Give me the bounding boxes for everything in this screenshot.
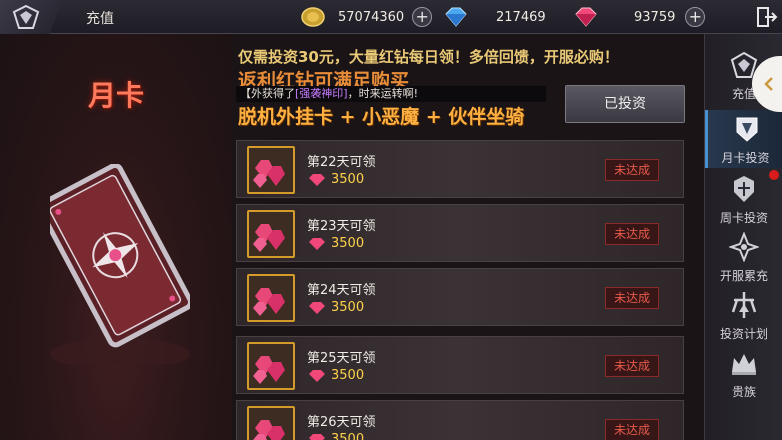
reward-list[interactable]: 第22天可领 3500 未达成 第23天可领 3500 未达成 第24天可领 3 — [236, 140, 684, 440]
add-gold-button[interactable]: + — [412, 7, 433, 27]
reward-item-slot[interactable] — [247, 210, 295, 258]
monthly-card-title: 月卡 — [88, 79, 145, 112]
reward-item-slot[interactable] — [247, 146, 295, 194]
sidebar-item-monthly-card[interactable]: 月卡投资 — [705, 110, 782, 168]
sidebar-label: 贵族 — [731, 385, 756, 399]
gold-coin-icon — [301, 7, 325, 27]
red-diamond-resource: 93759 + — [572, 5, 706, 29]
reward-day-label: 第24天可领 — [307, 283, 376, 298]
reward-day-label: 第25天可领 — [307, 351, 376, 366]
status-not-reached-button[interactable]: 未达成 — [605, 355, 659, 377]
sidebar-label: 月卡投资 — [721, 151, 770, 165]
broadcast-marquee: 【外获得了[强袭神印]，时来运转啊! — [236, 86, 546, 102]
page-title: 充值 — [86, 11, 114, 27]
reward-amount-value: 3500 — [331, 368, 365, 383]
reward-item-slot[interactable] — [247, 274, 295, 322]
top-bar: 充值 57074360 + 217469 93759 + — [0, 0, 782, 34]
red-gem-pile-icon — [253, 224, 285, 252]
reward-item-slot[interactable] — [247, 406, 295, 440]
marquee-prefix: 【外获得了 — [240, 87, 295, 100]
red-gem-pile-icon — [253, 356, 285, 384]
notification-dot — [769, 170, 779, 180]
status-not-reached-button[interactable]: 未达成 — [605, 223, 659, 245]
status-not-reached-button[interactable]: 未达成 — [605, 159, 659, 181]
sidebar-label: 投资计划 — [719, 327, 768, 341]
gold-resource: 57074360 + — [300, 5, 433, 29]
reward-amount: 3500 — [307, 368, 364, 383]
reward-row: 第22天可领 3500 未达成 — [236, 140, 684, 198]
red-diamond-icon — [309, 369, 325, 382]
noble-crown-icon — [732, 354, 756, 375]
reward-amount-value: 3500 — [331, 172, 365, 187]
reward-amount: 3500 — [307, 172, 364, 187]
reward-row: 第23天可领 3500 未达成 — [236, 204, 684, 262]
blue-diamond-icon — [445, 7, 467, 27]
sidebar-label: 开服累充 — [719, 269, 768, 283]
red-diamond-icon — [309, 301, 325, 314]
exit-button[interactable] — [756, 6, 778, 28]
promo-line-3: 脱机外挂卡 + 小恶魔 + 伙伴坐骑 — [238, 106, 525, 128]
red-diamond-icon — [309, 237, 325, 250]
reward-day-label: 第22天可领 — [307, 155, 376, 170]
reward-row: 第25天可领 3500 未达成 — [236, 336, 684, 394]
red-diamond-icon — [309, 173, 325, 186]
investment-plan-icon — [731, 292, 757, 318]
reward-amount: 3500 — [307, 432, 364, 440]
reward-day-label: 第26天可领 — [307, 415, 376, 430]
monthly-card-panel: 月卡 — [0, 34, 232, 440]
invested-button[interactable]: 已投资 — [565, 85, 685, 123]
server-open-icon — [729, 232, 759, 262]
sidebar-item-server-open[interactable]: 开服累充 — [705, 228, 782, 286]
reward-amount: 3500 — [307, 236, 364, 251]
red-diamond-icon — [309, 433, 325, 440]
exit-icon — [757, 7, 778, 27]
chevron-left-icon — [764, 77, 773, 91]
gold-amount: 57074360 — [338, 9, 405, 25]
reward-amount: 3500 — [307, 300, 364, 315]
marquee-suffix: ，时来运转啊! — [347, 87, 419, 100]
red-diamond-amount: 93759 — [634, 9, 676, 25]
reward-amount-value: 3500 — [331, 300, 365, 315]
sidebar-item-investment-plan[interactable]: 投资计划 — [705, 286, 782, 344]
promo-line-2: 返利红钻可满足购买 — [238, 70, 410, 86]
monthly-card-image — [37, 163, 193, 370]
reward-amount-value: 3500 — [331, 432, 365, 440]
reward-day-label: 第23天可领 — [307, 219, 376, 234]
blue-diamond-amount: 217469 — [496, 9, 546, 25]
emblem-icon — [12, 4, 40, 29]
red-diamond-icon — [575, 7, 597, 27]
red-gem-pile-icon — [253, 420, 285, 440]
promo-line-1: 仅需投资30元，大量红钻每日领！多倍回馈，开服必购！ — [238, 48, 619, 66]
menu-logo-button[interactable] — [0, 0, 62, 34]
reward-row: 第26天可领 3500 未达成 — [236, 400, 684, 440]
add-red-diamond-button[interactable]: + — [685, 7, 706, 27]
status-not-reached-button[interactable]: 未达成 — [605, 287, 659, 309]
red-gem-pile-icon — [253, 288, 285, 316]
card-illustration-icon — [37, 163, 193, 370]
sidebar-label: 周卡投资 — [719, 211, 768, 225]
reward-row: 第24天可领 3500 未达成 — [236, 268, 684, 326]
collapse-sidebar-button[interactable] — [752, 56, 782, 112]
sidebar-item-noble[interactable]: 贵族 — [705, 344, 782, 402]
reward-item-slot[interactable] — [247, 342, 295, 390]
reward-amount-value: 3500 — [331, 236, 365, 251]
blue-diamond-resource: 217469 — [442, 5, 546, 29]
marquee-item: [强袭神印] — [295, 87, 348, 100]
status-not-reached-button[interactable]: 未达成 — [605, 419, 659, 440]
red-gem-pile-icon — [253, 160, 285, 188]
monthly-card-icon — [736, 117, 758, 142]
weekly-card-icon — [734, 176, 754, 202]
